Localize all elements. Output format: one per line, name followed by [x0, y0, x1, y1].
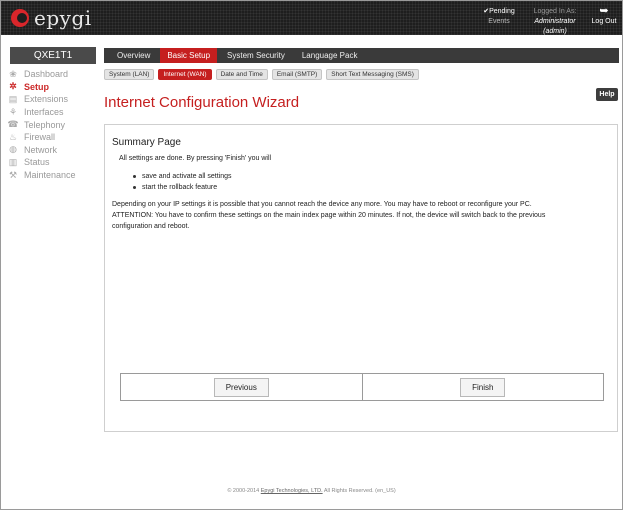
wrench-icon: ⚒	[8, 169, 18, 180]
wizard-panel: Summary Page All settings are done. By p…	[104, 124, 618, 432]
sidebar-item-network[interactable]: ◍ Network	[6, 144, 98, 157]
gear-icon: ✲	[9, 81, 17, 92]
device-name-label: QXE1T1	[10, 47, 96, 64]
page-title: Internet Configuration Wizard	[104, 94, 300, 111]
logged-in-user: Administrator (admin)	[534, 18, 576, 35]
summary-title: Summary Page	[112, 137, 181, 148]
logo-text: epygi	[34, 6, 92, 30]
logout-label: Log Out	[591, 18, 617, 25]
subtab-system-lan[interactable]: System (LAN)	[104, 69, 155, 80]
bullet-text: save and activate all settings	[142, 173, 232, 180]
sidebar-item-interfaces[interactable]: ⚘ Interfaces	[6, 106, 98, 119]
sidebar-nav: ❀ Dashboard ✲ Setup ▤ Extensions ⚘ Interfaces ☎ T…	[6, 68, 98, 181]
sidebar-item-telephony[interactable]: ☎ Telephony	[6, 118, 98, 131]
pending-events-button[interactable]: ✔Pending Events	[477, 7, 521, 27]
sidebar-item-label: Extensions	[24, 94, 69, 105]
sub-tabs: System (LAN) Internet (WAN) Date and Time E…	[104, 69, 423, 80]
summary-intro: All settings are done. By pressing 'Fini…	[119, 155, 272, 162]
summary-bullets: save and activate all settings start the…	[133, 171, 232, 193]
footer: © 2000-2014 Epygi Technologies, LTD. All…	[0, 488, 623, 494]
sidebar-item-maintenance[interactable]: ⚒ Maintenance	[6, 169, 98, 182]
subtab-date-and-time[interactable]: Date and Time	[215, 69, 268, 80]
chart-icon: ▥	[8, 156, 18, 167]
bullet-text: start the rollback feature	[142, 184, 218, 191]
top-bar: epygi ✔Pending Events Logged In As: Admi…	[1, 1, 622, 35]
pending-sub-label: Events	[488, 18, 510, 25]
extensions-icon: ▤	[8, 93, 18, 104]
sidebar-item-label: Maintenance	[24, 170, 76, 181]
epygi-logo[interactable]: epygi	[11, 6, 92, 30]
dashboard-icon: ❀	[9, 68, 17, 79]
help-button[interactable]: Help	[596, 88, 618, 101]
logout-arrow-icon: ➥	[599, 5, 609, 17]
sidebar-item-status[interactable]: ▥ Status	[6, 156, 98, 169]
logged-in-label: Logged In As:	[533, 8, 577, 15]
finish-button[interactable]: Finish	[460, 377, 506, 397]
sidebar-item-label: Network	[24, 144, 58, 155]
note-line: Depending on your IP settings it is poss…	[112, 201, 532, 208]
flame-icon: ♨	[8, 131, 18, 142]
bullet-icon	[133, 186, 136, 189]
sidebar-item-label: Firewall	[24, 132, 56, 143]
sidebar-item-setup[interactable]: ✲ Setup	[6, 81, 98, 94]
footer-suffix: All Rights Reserved. (en_US)	[322, 488, 396, 494]
tab-system-security[interactable]: System Security	[220, 48, 292, 63]
company-link[interactable]: Epygi Technologies, LTD.	[261, 488, 323, 494]
tab-overview[interactable]: Overview	[110, 48, 157, 63]
note-line: configuration and reboot.	[112, 223, 190, 230]
summary-note: Depending on your IP settings it is poss…	[112, 199, 612, 232]
pending-label: Pending	[489, 8, 515, 15]
sidebar-item-label: Setup	[24, 81, 50, 92]
subtab-internet-wan[interactable]: Internet (WAN)	[158, 69, 212, 80]
finish-cell: Finish	[361, 374, 604, 400]
subtab-email-smtp[interactable]: Email (SMTP)	[271, 69, 323, 80]
wizard-button-row: Previous Finish	[120, 373, 604, 401]
list-item: save and activate all settings	[133, 171, 232, 182]
sidebar-item-label: Status	[24, 157, 50, 168]
previous-cell: Previous	[121, 374, 362, 400]
logout-button[interactable]: ➥ Log Out	[588, 5, 620, 27]
bullet-icon	[133, 175, 136, 178]
logged-in-info: Logged In As: Administrator (admin)	[528, 7, 582, 37]
sidebar-item-dashboard[interactable]: ❀ Dashboard	[6, 68, 98, 81]
previous-button[interactable]: Previous	[213, 377, 269, 397]
sidebar-item-label: Interfaces	[24, 107, 64, 118]
globe-icon: ◍	[9, 144, 17, 155]
tab-basic-setup[interactable]: Basic Setup	[160, 48, 218, 63]
sidebar-item-label: Dashboard	[24, 69, 69, 80]
sidebar-item-firewall[interactable]: ♨ Firewall	[6, 131, 98, 144]
epygi-logo-mark-icon	[11, 9, 29, 27]
main-tabs: Overview Basic Setup System Security Langua…	[104, 48, 619, 63]
footer-prefix: © 2000-2014	[227, 488, 261, 494]
subtab-short-text-messaging-sms[interactable]: Short Text Messaging (SMS)	[326, 69, 419, 80]
tab-language-pack[interactable]: Language Pack	[295, 48, 365, 63]
sidebar-item-extensions[interactable]: ▤ Extensions	[6, 93, 98, 106]
list-item: start the rollback feature	[133, 182, 232, 193]
note-line: ATTENTION: You have to confirm these set…	[112, 212, 546, 219]
sidebar-item-label: Telephony	[24, 119, 66, 130]
phone-icon: ☎	[7, 119, 19, 130]
interfaces-icon: ⚘	[8, 106, 18, 117]
